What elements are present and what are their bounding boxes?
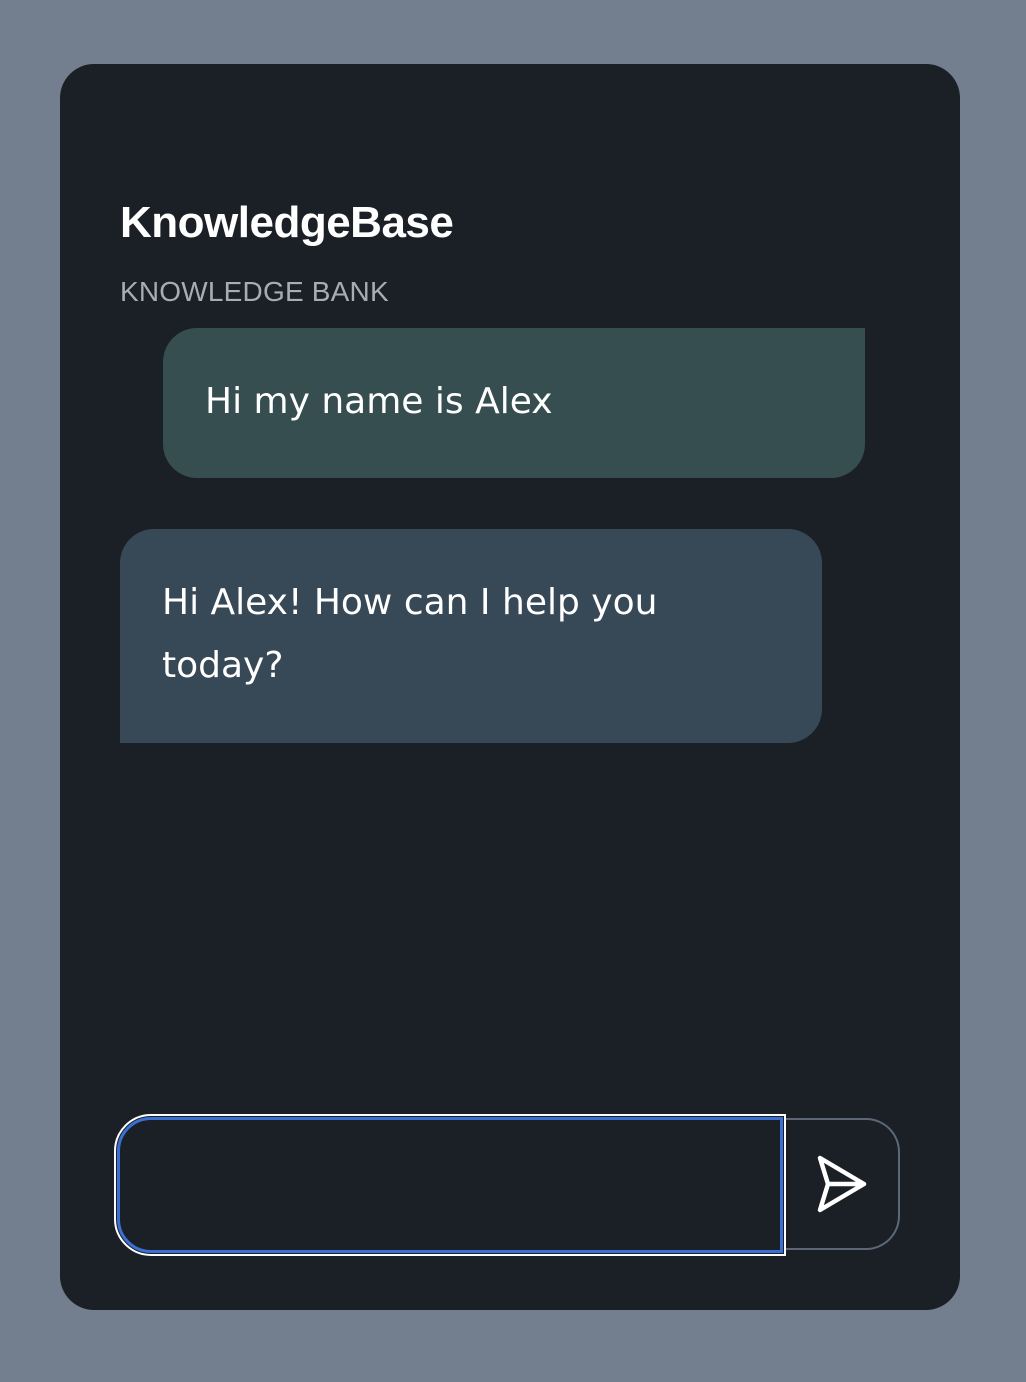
message-input[interactable] <box>114 1114 786 1256</box>
user-message: Hi my name is Alex <box>163 328 865 478</box>
app-subtitle: KNOWLEDGE BANK <box>120 276 389 307</box>
app-title: KnowledgeBase <box>120 198 454 247</box>
chat-panel: KnowledgeBase KNOWLEDGE BANK Hi my name … <box>60 64 960 1310</box>
send-button[interactable] <box>786 1118 900 1250</box>
send-icon <box>817 1155 867 1213</box>
assistant-message: Hi Alex! How can I help you today? <box>120 529 822 743</box>
